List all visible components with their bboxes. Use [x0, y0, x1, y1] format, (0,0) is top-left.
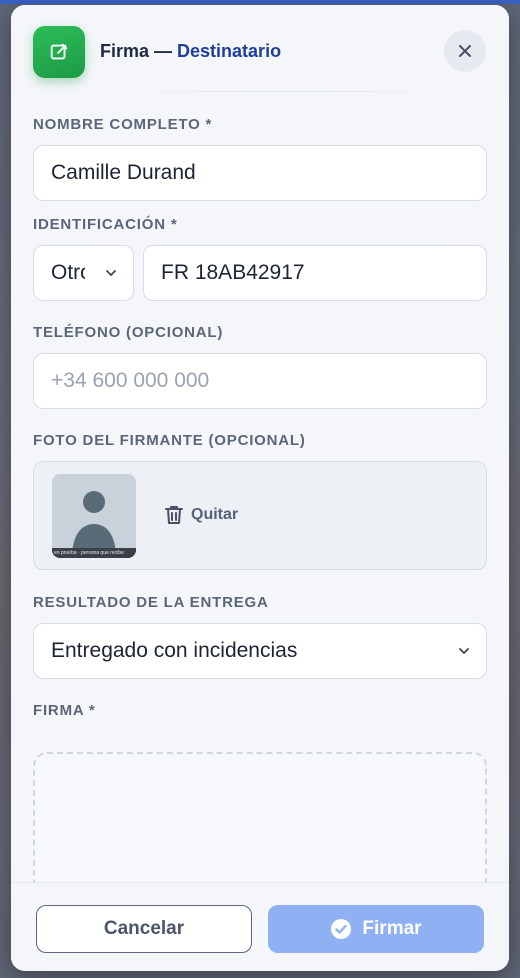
phone-label: TELÉFONO (OPCIONAL): [33, 324, 224, 341]
chevron-down-icon: [459, 648, 469, 654]
photo-label: FOTO DEL FIRMANTE (OPCIONAL): [33, 432, 306, 449]
modal-title-accent: Destinatario: [177, 41, 282, 61]
modal-title-prefix: Firma —: [100, 41, 178, 61]
modal-header: Firma — Destinatario: [11, 5, 509, 97]
phone-input[interactable]: +34 600 000 000: [33, 353, 487, 409]
backdrop-top-line: [0, 0, 520, 4]
full-name-label: NOMBRE COMPLETO *: [33, 116, 213, 133]
signer-photo-thumbnail: en prueba · persona que recibe: [52, 474, 136, 558]
thumbnail-caption: en prueba · persona que recibe: [52, 548, 136, 558]
modal-footer: Cancelar Firmar: [11, 882, 509, 971]
chevron-down-icon: [106, 270, 116, 276]
photo-upload-area: en prueba · persona que recibe Quitar: [33, 461, 487, 570]
delivery-result-label: RESULTADO DE LA ENTREGA: [33, 594, 269, 611]
delivery-result-value: Entregado con incidencias: [51, 639, 298, 662]
close-icon: [459, 45, 471, 57]
signature-modal: Firma — Destinatario NOMBRE COMPLETO * C…: [11, 5, 509, 971]
id-type-value: Otro: [51, 261, 85, 284]
delivery-result-select[interactable]: Entregado con incidencias: [33, 623, 487, 679]
remove-photo-label: Quitar: [191, 506, 239, 523]
sign-button[interactable]: Firmar: [268, 905, 484, 953]
full-name-input[interactable]: Camille Durand: [33, 145, 487, 201]
identification-label: IDENTIFICACIÓN *: [33, 216, 178, 233]
edit-square-icon: [33, 26, 85, 78]
trash-icon: [165, 506, 183, 524]
cancel-button[interactable]: Cancelar: [36, 905, 252, 953]
remove-photo-button[interactable]: Quitar: [165, 502, 238, 528]
sign-button-label: Firmar: [362, 918, 422, 939]
modal-title: Firma — Destinatario: [100, 41, 281, 62]
id-type-select[interactable]: Otro: [33, 245, 134, 301]
check-circle-icon: [331, 919, 352, 939]
signature-label: FIRMA *: [33, 702, 96, 719]
id-number-input[interactable]: FR 18AB42917: [143, 245, 487, 301]
close-button[interactable]: [444, 30, 486, 72]
header-divider: [101, 91, 469, 92]
person-silhouette-icon: [72, 491, 116, 558]
